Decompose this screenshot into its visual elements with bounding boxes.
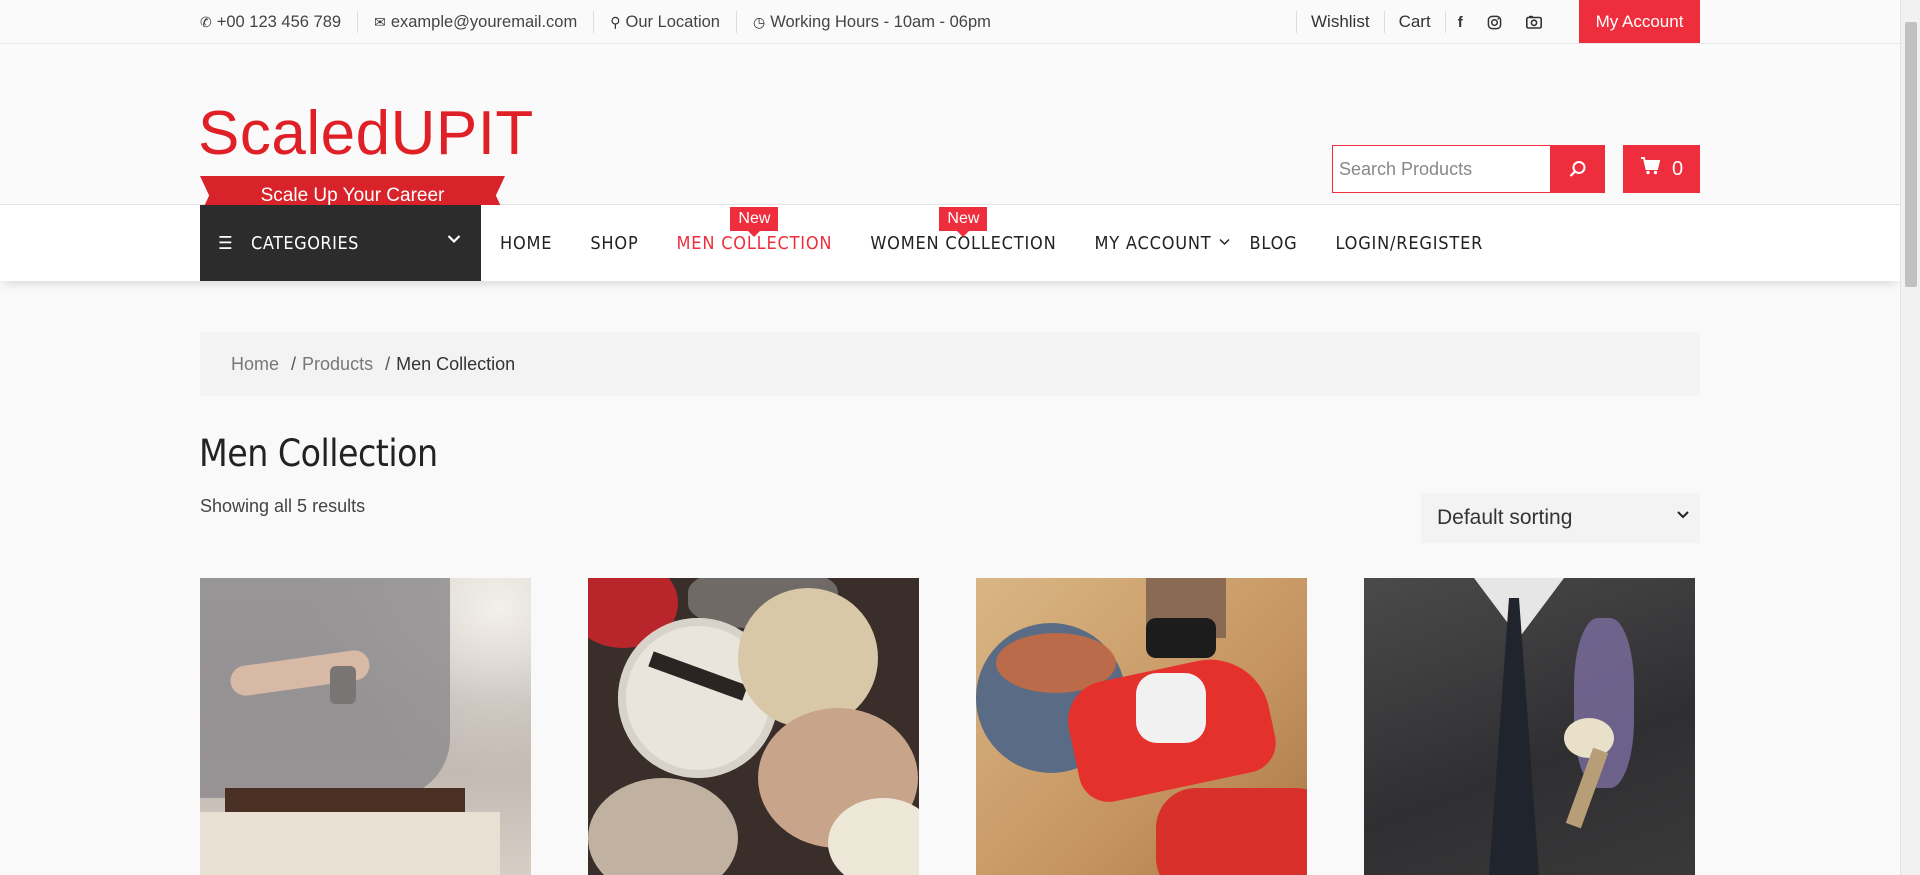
contact-phone[interactable]: ✆ +00 123 456 789 [200, 11, 357, 33]
new-badge: New [939, 206, 988, 237]
nav-my-account[interactable]: MY ACCOUNT [1076, 233, 1240, 254]
product-image-suit-boutonniere[interactable] [1364, 578, 1695, 875]
hamburger-icon: ☰ [218, 232, 234, 254]
breadcrumb-current: Men Collection [396, 353, 516, 374]
breadcrumb-separator: / [291, 353, 297, 374]
search-icon [1569, 161, 1585, 177]
logo-title[interactable]: ScaledUPIT [198, 99, 534, 169]
chevron-down-icon [1218, 235, 1230, 249]
map-marker-icon: ⚲ [610, 13, 621, 30]
categories-dropdown[interactable]: ☰ CATEGORIES [200, 205, 481, 281]
main-navigation: ☰ CATEGORIES HOME SHOP New MEN COLLECTIO… [0, 205, 1900, 281]
cart-link[interactable]: Cart [1383, 11, 1445, 33]
shopping-cart-icon [1640, 157, 1661, 181]
envelope-icon: ✉ [374, 13, 386, 30]
wishlist-link[interactable]: Wishlist [1296, 11, 1384, 33]
nav-shop[interactable]: SHOP [571, 233, 657, 254]
search-button[interactable] [1550, 145, 1605, 193]
nav-women-collection[interactable]: New WOMEN COLLECTION [851, 206, 1075, 254]
sorting-select[interactable]: Default sorting [1421, 493, 1700, 543]
nav-men-collection[interactable]: New MEN COLLECTION [658, 206, 852, 254]
clock-icon: ◷ [752, 13, 766, 30]
breadcrumb-separator: / [385, 353, 391, 374]
phone-icon: ✆ [200, 13, 212, 30]
scrollbar-thumb[interactable] [1905, 22, 1917, 287]
breadcrumb-home[interactable]: Home [231, 354, 279, 375]
nav-home[interactable]: HOME [481, 233, 571, 254]
site-header: ScaledUPIT Scale Up Your Career Search P… [0, 44, 1900, 215]
nav-login-register[interactable]: LOGIN/REGISTER [1316, 233, 1502, 254]
page-title: Men Collection [199, 432, 438, 475]
search-input[interactable]: Search Products [1332, 145, 1550, 193]
breadcrumb-products[interactable]: Products [302, 354, 373, 375]
cart-count: 0 [1671, 157, 1684, 180]
product-image-man-watch[interactable] [200, 578, 531, 875]
chevron-down-icon [447, 229, 461, 248]
nav-blog[interactable]: BLOG [1240, 233, 1317, 254]
new-badge: New [730, 206, 779, 237]
contact-email[interactable]: ✉ example@youremail.com [357, 11, 593, 33]
facebook-icon[interactable]: f [1444, 11, 1475, 33]
header-cart-button[interactable]: 0 [1623, 145, 1700, 193]
top-bar: ✆ +00 123 456 789 ✉ example@youremail.co… [0, 0, 1900, 44]
page-scrollbar[interactable] [1900, 0, 1920, 875]
result-count: Showing all 5 results [200, 496, 366, 516]
contact-hours: ◷ Working Hours - 10am - 06pm [735, 11, 1007, 33]
camera-icon[interactable] [1514, 11, 1554, 33]
instagram-icon[interactable] [1475, 11, 1514, 33]
my-account-button[interactable]: My Account [1579, 0, 1700, 43]
product-image-sneakers[interactable] [976, 578, 1307, 875]
chevron-down-icon [1676, 507, 1690, 523]
contact-location[interactable]: ⚲ Our Location [593, 11, 736, 33]
breadcrumb: Home / Products / Men Collection [200, 332, 1700, 396]
product-image-hats[interactable] [588, 578, 919, 875]
